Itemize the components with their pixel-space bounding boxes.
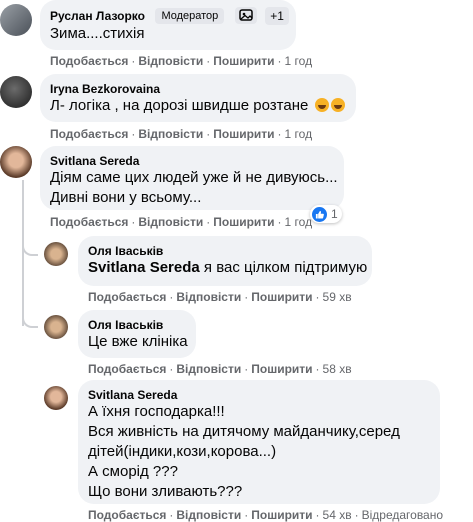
thread-branch [22, 312, 38, 328]
rolling-laughing-emoji-icon [314, 98, 329, 112]
comment-text: Л- логіка , на дорозі швидше розтане [50, 96, 345, 116]
comment-author[interactable]: Iryna Bezkorovaina [50, 82, 160, 96]
comment-author[interactable]: Руслан Лазорко [50, 9, 145, 23]
comment-author[interactable]: Svitlana Sereda [50, 154, 139, 168]
comment-text: Зима....стихія [50, 25, 145, 42]
like-link[interactable]: Подобається [50, 54, 128, 68]
timestamp[interactable]: 1 год [285, 215, 313, 229]
reply-link[interactable]: Відповісти [138, 127, 203, 141]
thread-line [22, 180, 24, 326]
share-link[interactable]: Поширити [213, 127, 274, 141]
reply-bubble: Оля Івaськів Це вже клініка [78, 310, 196, 358]
like-link[interactable]: Подобається [88, 290, 166, 304]
comment-actions: Подобається · Відповісти · Поширити · 1 год [50, 215, 313, 229]
reply-text: А їхня господарка!!! Вся живність на дит… [88, 403, 400, 500]
share-link[interactable]: Поширити [251, 290, 312, 304]
like-link[interactable]: Подобається [50, 215, 128, 229]
edited-label[interactable]: Відредаговано [362, 508, 443, 522]
share-link[interactable]: Поширити [251, 362, 312, 376]
reply-text: Svitlana Sereda я вас цілком підтримую [88, 259, 368, 276]
reply-bubble: Оля Івaськів Svitlana Sereda я вас цілко… [78, 236, 372, 286]
reaction-summary[interactable]: 1 [310, 205, 342, 223]
timestamp[interactable]: 54 хв [323, 508, 352, 522]
like-link[interactable]: Подобається [88, 362, 166, 376]
rolling-laughing-emoji-icon [330, 98, 345, 112]
reply-actions: Подобається · Відповісти · Поширити · 59 хв [88, 290, 352, 304]
avatar[interactable] [44, 386, 68, 410]
like-icon [312, 206, 327, 222]
like-link[interactable]: Подобається [88, 508, 166, 522]
reply-link[interactable]: Відповісти [176, 362, 241, 376]
reply-link[interactable]: Відповісти [176, 508, 241, 522]
share-link[interactable]: Поширити [213, 215, 274, 229]
moderator-badge: Модератор [155, 8, 225, 24]
timestamp[interactable]: 58 хв [323, 362, 352, 376]
reply-actions: Подобається · Відповісти · Поширити · 58 хв [88, 362, 352, 376]
avatar[interactable] [44, 315, 68, 339]
timestamp[interactable]: 59 хв [323, 290, 352, 304]
timestamp[interactable]: 1 год [285, 127, 313, 141]
reply-actions: Подобається · Відповісти · Поширити · 54 хв · Ві… [88, 508, 444, 522]
avatar[interactable] [44, 242, 68, 266]
share-link[interactable]: Поширити [251, 508, 312, 522]
comment-actions: Подобається · Відповісти · Поширити · 1 год [50, 54, 313, 68]
reply-link[interactable]: Відповісти [138, 215, 203, 229]
reply-author[interactable]: Svitlana Sereda [88, 388, 177, 402]
badge-count: +1 [265, 7, 289, 25]
avatar[interactable] [0, 146, 32, 178]
reply-text: Це вже клініка [88, 333, 188, 350]
timestamp[interactable]: 1 год [285, 54, 313, 68]
comment-text: Дiям саме цих людей уже й не дивуюсь... … [50, 169, 338, 206]
thread-branch [22, 240, 38, 256]
reply-author[interactable]: Оля Івaськів [88, 244, 163, 258]
reaction-count: 1 [331, 207, 338, 221]
avatar[interactable] [0, 4, 32, 36]
share-link[interactable]: Поширити [213, 54, 274, 68]
comment-bubble: Iryna Bezkorovaina Л- логіка , на дорозі… [40, 74, 356, 122]
comment-bubble: Руслан Лазорко Модератор +1 Зима....стих… [40, 0, 296, 50]
mention-link[interactable]: Svitlana Sereda [88, 259, 200, 276]
like-link[interactable]: Подобається [50, 127, 128, 141]
reply-link[interactable]: Відповісти [138, 54, 203, 68]
avatar[interactable] [0, 76, 32, 108]
comment-actions: Подобається · Відповісти · Поширити · 1 год [50, 127, 313, 141]
image-badge-icon [234, 7, 257, 24]
comment-bubble: Svitlana Sereda Дiям саме цих людей уже … [40, 146, 344, 210]
reply-bubble: Svitlana Sereda А їхня господарка!!! Вся… [78, 380, 440, 504]
reply-author[interactable]: Оля Івaськів [88, 318, 163, 332]
reply-link[interactable]: Відповісти [176, 290, 241, 304]
